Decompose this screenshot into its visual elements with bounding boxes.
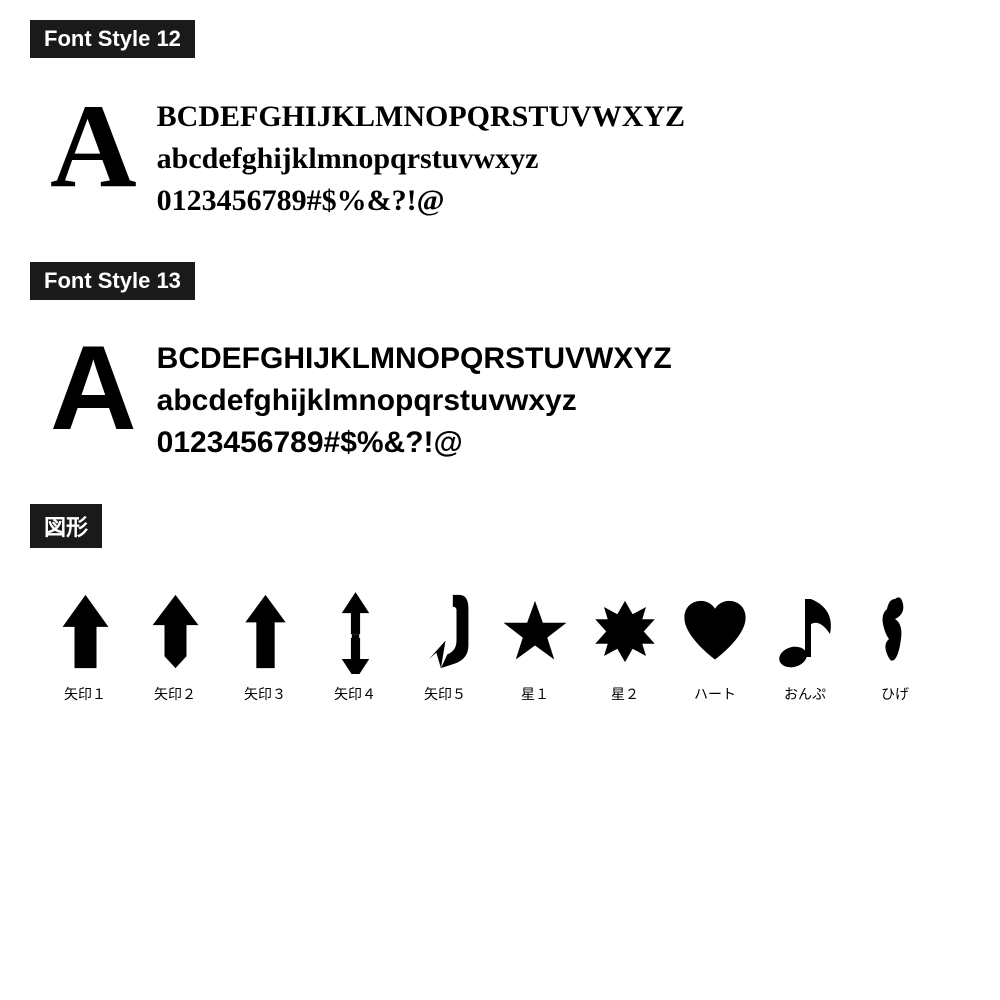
font-style-13-line-2: abcdefghijklmnopqrstuvwxyz	[157, 380, 672, 422]
music-icon	[770, 586, 840, 676]
shape-music: おんぷ	[760, 586, 850, 704]
font-style-13-demo: A BCDEFGHIJKLMNOPQRSTUVWXYZ abcdefghijkl…	[30, 318, 970, 474]
font-style-12-line-1: BCDEFGHIJKLMNOPQRSTUVWXYZ	[157, 96, 685, 138]
star2-icon	[590, 586, 660, 676]
star1-label: 星１	[521, 684, 549, 704]
font-style-13-char-lines: BCDEFGHIJKLMNOPQRSTUVWXYZ abcdefghijklmn…	[157, 328, 672, 464]
font-style-12-line-3: 0123456789#$%&?!@	[157, 180, 685, 222]
heart-icon	[680, 586, 750, 676]
shape-arrow3: 矢印３	[220, 586, 310, 704]
arrow1-label: 矢印１	[64, 684, 106, 704]
shape-heart: ハート	[670, 586, 760, 704]
arrow3-label: 矢印３	[244, 684, 286, 704]
font-style-12-char-lines: BCDEFGHIJKLMNOPQRSTUVWXYZ abcdefghijklmn…	[157, 86, 685, 222]
shape-arrow5: 矢印５	[400, 586, 490, 704]
font-style-12-header: Font Style 12	[30, 20, 195, 58]
shapes-grid: 矢印１ 矢印２ 矢印３	[30, 566, 970, 714]
font-style-13-header: Font Style 13	[30, 262, 195, 300]
mustache-icon	[860, 586, 930, 676]
font-style-12-demo: A BCDEFGHIJKLMNOPQRSTUVWXYZ abcdefghijkl…	[30, 76, 970, 232]
arrow4-label: 矢印４	[334, 684, 376, 704]
shape-arrow4: 矢印４	[310, 586, 400, 704]
arrow4-icon	[320, 586, 390, 676]
arrow5-label: 矢印５	[424, 684, 466, 704]
page: Font Style 12 A BCDEFGHIJKLMNOPQRSTUVWXY…	[0, 0, 1000, 764]
mustache-label: ひげ	[881, 684, 909, 704]
shape-mustache: ひげ	[850, 586, 940, 704]
arrow2-icon	[140, 586, 210, 676]
star1-icon	[500, 586, 570, 676]
font-style-13-line-1: BCDEFGHIJKLMNOPQRSTUVWXYZ	[157, 338, 672, 380]
shapes-section: 図形 矢印１ 矢印２	[30, 504, 970, 714]
shape-star1: 星１	[490, 586, 580, 704]
font-style-12-big-letter: A	[50, 86, 137, 206]
shape-star2: 星２	[580, 586, 670, 704]
shape-arrow1: 矢印１	[40, 586, 130, 704]
arrow5-icon	[410, 586, 480, 676]
font-style-12-line-2: abcdefghijklmnopqrstuvwxyz	[157, 138, 685, 180]
music-label: おんぷ	[784, 684, 826, 704]
heart-label: ハート	[694, 684, 736, 704]
font-style-13-section: Font Style 13 A BCDEFGHIJKLMNOPQRSTUVWXY…	[30, 262, 970, 474]
star2-label: 星２	[611, 684, 639, 704]
shapes-header: 図形	[30, 504, 102, 548]
font-style-12-section: Font Style 12 A BCDEFGHIJKLMNOPQRSTUVWXY…	[30, 20, 970, 232]
arrow2-label: 矢印２	[154, 684, 196, 704]
arrow1-icon	[50, 586, 120, 676]
shape-arrow2: 矢印２	[130, 586, 220, 704]
font-style-13-line-3: 0123456789#$%&?!@	[157, 422, 672, 464]
arrow3-icon	[230, 586, 300, 676]
font-style-13-big-letter: A	[50, 328, 137, 448]
